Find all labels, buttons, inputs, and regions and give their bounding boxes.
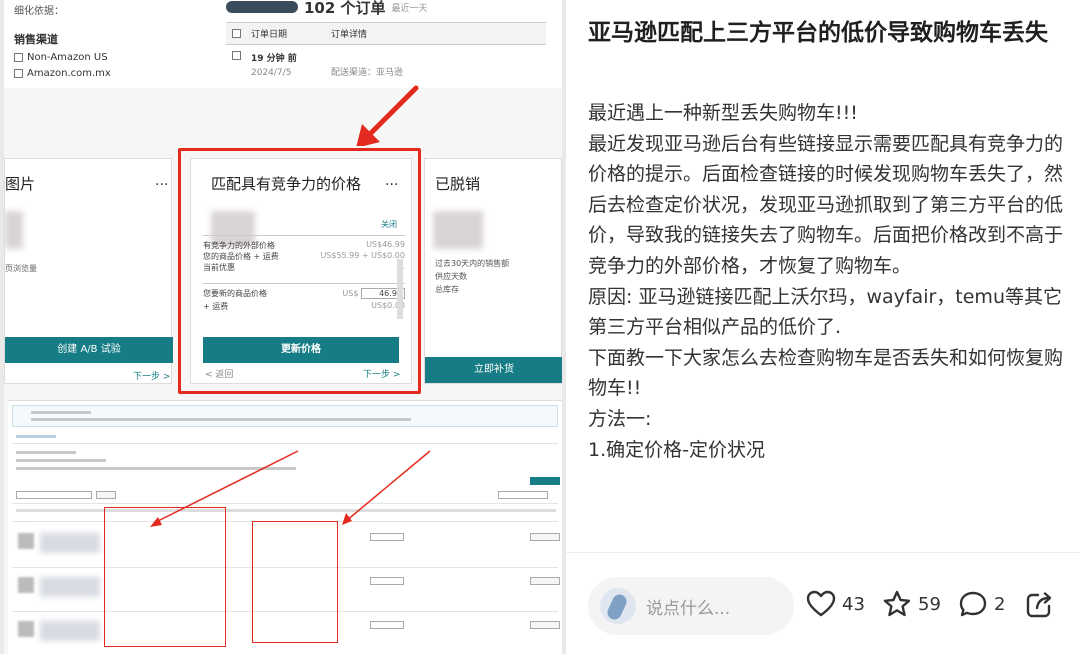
post-panel: 亚马逊匹配上三方平台的低价导致购物车丢失 最近遇上一种新型丢失购物车!!! 最近… xyxy=(566,0,1080,654)
checkbox-icon xyxy=(232,29,241,38)
product-thumb xyxy=(18,533,34,549)
red-arrow-icon xyxy=(150,450,431,527)
heart-icon xyxy=(806,590,836,617)
card-out-of-stock: 已脱销 过去30天内的销售额 供应天数 总库存 立即补货 xyxy=(424,158,562,384)
next-link[interactable]: 下一步 > xyxy=(133,369,170,382)
comment-button[interactable]: 2 xyxy=(958,590,1005,618)
product-thumb xyxy=(433,211,483,249)
table-row: 19 分钟 前 2024/7/5 配送渠道：亚马逊 xyxy=(226,45,546,78)
comment-input[interactable]: 说点什么... xyxy=(588,577,794,635)
star-icon xyxy=(883,590,911,617)
card-images: 图片 ... 页浏览量 创建 A/B 试验 下一步 > xyxy=(4,158,173,384)
comment-count: 2 xyxy=(994,593,1006,615)
table-search-button[interactable] xyxy=(96,491,116,499)
order-date: 2024/7/5 xyxy=(251,68,292,78)
post-paragraph: 最近遇上一种新型丢失购物车!!! xyxy=(588,102,858,124)
avatar xyxy=(600,588,636,624)
like-count: 43 xyxy=(842,593,865,615)
order-time: 19 分钟 前 xyxy=(251,54,297,64)
checkbox-icon xyxy=(14,53,23,62)
screenshot-content: 细化依据： 销售渠道 Non-Amazon US Amazon.com.mx 1… xyxy=(4,0,562,654)
card-title: 图片 xyxy=(5,175,36,193)
orders-table-header: 订单日期 订单详情 xyxy=(226,23,546,45)
comment-bubble-icon xyxy=(959,591,987,617)
highlight-box xyxy=(252,521,338,643)
favorite-button[interactable]: 59 xyxy=(882,590,941,618)
like-button[interactable]: 43 xyxy=(806,590,865,618)
product-thumb xyxy=(18,577,34,593)
orders-table: 订单日期 订单详情 19 分钟 前 2024/7/5 配送渠道：亚马逊 xyxy=(226,22,546,78)
divider xyxy=(566,552,1080,553)
product-thumb xyxy=(5,211,23,249)
filter-channel-heading: 销售渠道 xyxy=(14,33,58,46)
filter-panel: 细化依据： 销售渠道 Non-Amazon US Amazon.com.mx xyxy=(14,2,189,79)
post-paragraph: 下面教一下大家怎么去检查购物车是否丢失和如何恢复购物车!! xyxy=(588,346,1064,400)
orders-header: 102 个订单 最近一天 xyxy=(226,0,546,17)
post-paragraph: 1.确定价格-定价状况 xyxy=(588,438,765,461)
share-icon xyxy=(1026,592,1052,618)
table-action-button[interactable] xyxy=(530,477,560,485)
comment-placeholder: 说点什么... xyxy=(646,598,731,619)
info-banner xyxy=(12,405,558,427)
highlight-box xyxy=(178,148,421,394)
card-stats: 过去30天内的销售额 供应天数 总库存 xyxy=(435,259,510,294)
restock-button[interactable]: 立即补货 xyxy=(425,357,562,383)
col-date: 订单日期 xyxy=(251,30,288,40)
share-button[interactable] xyxy=(1024,590,1054,620)
red-arrow-icon xyxy=(356,85,419,148)
orders-strip: 细化依据： 销售渠道 Non-Amazon US Amazon.com.mx 1… xyxy=(4,0,562,88)
post-image[interactable]: 细化依据： 销售渠道 Non-Amazon US Amazon.com.mx 1… xyxy=(0,0,566,654)
orders-range: 最近一天 xyxy=(391,3,428,14)
card-subtext: 页浏览量 xyxy=(5,264,37,273)
order-channel: 配送渠道：亚马逊 xyxy=(331,68,404,78)
card-title: 已脱销 xyxy=(435,175,481,193)
filter-pill xyxy=(226,1,298,13)
post-paragraph: 最近发现亚马逊后台有些链接显示需要匹配具有竞争力的价格的提示。后面检查链接的时候… xyxy=(588,132,1064,277)
product-thumb xyxy=(18,621,34,637)
orders-list: 102 个订单 最近一天 订单日期 订单详情 19 分钟 前 2024/7/5 xyxy=(226,0,546,88)
create-ab-test-button[interactable]: 创建 A/B 试验 xyxy=(5,337,173,363)
favorite-count: 59 xyxy=(918,593,941,615)
more-icon[interactable]: ... xyxy=(155,173,168,189)
table-search-input[interactable] xyxy=(16,491,92,499)
post-paragraph: 方法一: xyxy=(588,407,652,430)
filter-basis-label: 细化依据： xyxy=(14,6,64,17)
checkbox-icon xyxy=(232,51,241,60)
table-filter-select[interactable] xyxy=(498,491,548,499)
orders-count: 102 个订单 xyxy=(304,0,386,17)
filter-option: Amazon.com.mx xyxy=(14,68,189,79)
filter-option: Non-Amazon US xyxy=(14,52,189,63)
post-title: 亚马逊匹配上三方平台的低价导致购物车丢失 xyxy=(588,20,1048,46)
col-detail: 订单详情 xyxy=(331,30,368,40)
checkbox-icon xyxy=(14,69,23,78)
post-body: 最近遇上一种新型丢失购物车!!! 最近发现亚马逊后台有些链接显示需要匹配具有竞争… xyxy=(588,98,1064,465)
post-paragraph: 原因: 亚马逊链接匹配上沃尔玛，wayfair，temu等其它第三方平台相似产品… xyxy=(588,285,1062,339)
pricing-table-screenshot xyxy=(8,400,562,654)
